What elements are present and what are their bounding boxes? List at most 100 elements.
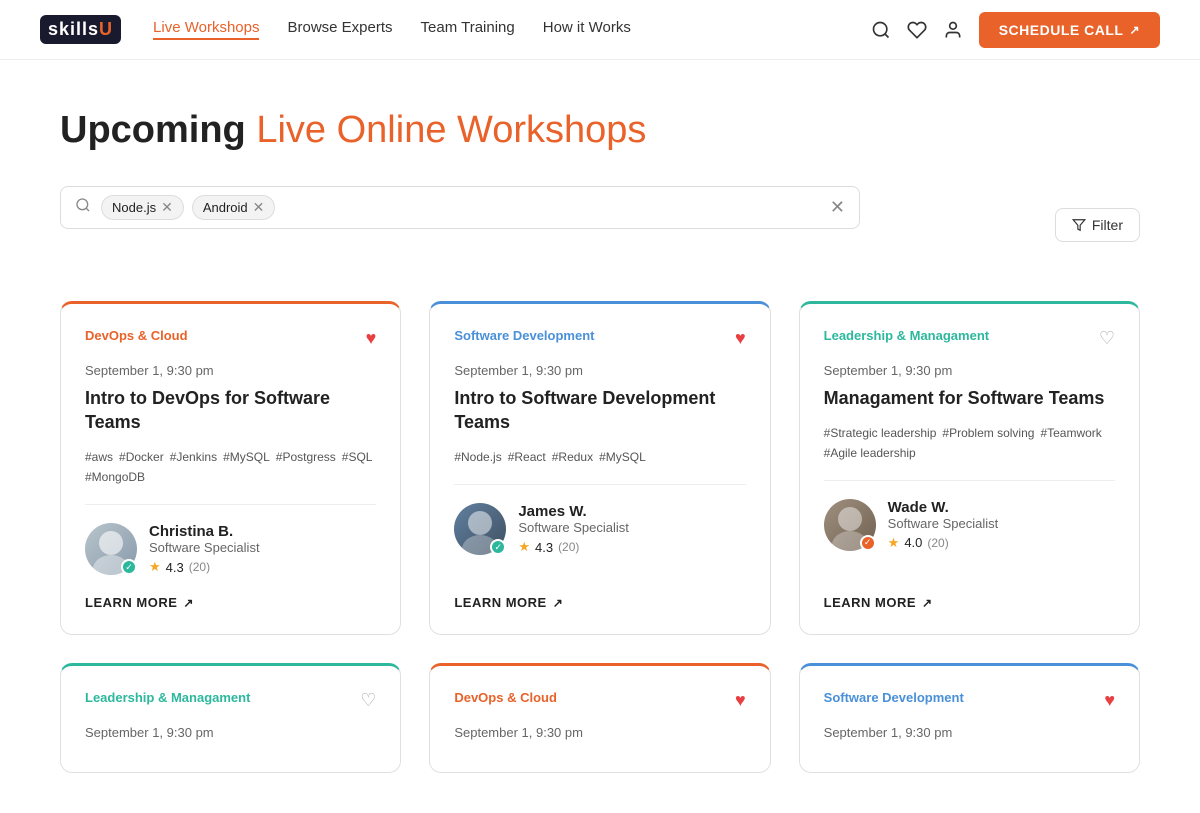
filter-button[interactable]: Filter <box>1055 208 1140 242</box>
favorite-button[interactable]: ♥ <box>1104 690 1115 711</box>
instructor-info: Christina B. Software Specialist ★ 4.3 (… <box>149 523 260 575</box>
rating-value: 4.3 <box>535 540 553 555</box>
card-category: DevOps & Cloud <box>85 328 188 343</box>
card-header: DevOps & Cloud ♥ <box>454 690 745 711</box>
favorite-button[interactable]: ♥ <box>366 328 377 349</box>
search-tags: Node.js ✕ Android ✕ <box>101 195 830 220</box>
card-date: September 1, 9:30 pm <box>85 725 376 740</box>
card-header: Software Development ♥ <box>824 690 1115 711</box>
nav-link-how[interactable]: How it Works <box>543 19 631 40</box>
workshop-card: DevOps & Cloud ♥ September 1, 9:30 pm In… <box>60 301 401 636</box>
learn-more-link[interactable]: LEARN MORE ↗ <box>454 595 745 610</box>
workshop-card: Leadership & Managament ♡ September 1, 9… <box>799 301 1140 636</box>
divider <box>454 484 745 485</box>
favorite-button[interactable]: ♥ <box>735 328 746 349</box>
card-tag: #MySQL <box>223 450 270 464</box>
card-title: Intro to Software Development Teams <box>454 386 745 435</box>
favorites-button[interactable] <box>907 20 927 40</box>
card-date: September 1, 9:30 pm <box>454 363 745 378</box>
learn-more-label: LEARN MORE <box>454 595 546 610</box>
card-tag: #Redux <box>552 450 593 464</box>
card-header: Software Development ♥ <box>454 328 745 349</box>
card-category: DevOps & Cloud <box>454 690 557 705</box>
card-header: DevOps & Cloud ♥ <box>85 328 376 349</box>
profile-button[interactable] <box>943 20 963 40</box>
instructor-name: James W. <box>518 503 629 520</box>
tag-nodejs: Node.js ✕ <box>101 195 184 220</box>
external-link-icon: ↗ <box>922 596 933 610</box>
card-category: Software Development <box>454 328 594 343</box>
remove-nodejs-tag[interactable]: ✕ <box>161 199 173 216</box>
rating: ★ 4.0 (20) <box>888 535 999 551</box>
card-date: September 1, 9:30 pm <box>824 725 1115 740</box>
remove-android-tag[interactable]: ✕ <box>253 199 265 216</box>
card-tag: #MongoDB <box>85 470 145 484</box>
favorite-button[interactable]: ♡ <box>1099 328 1115 349</box>
cards-grid-row2: Leadership & Managament ♡ September 1, 9… <box>60 663 1140 773</box>
rating: ★ 4.3 (20) <box>518 539 629 555</box>
title-part1: Upcoming <box>60 109 246 151</box>
instructor-name: Christina B. <box>149 523 260 540</box>
nav-icons <box>871 20 963 40</box>
rating-count: (20) <box>558 540 579 554</box>
instructor: ✓ Wade W. Software Specialist ★ 4.0 (20) <box>824 499 1115 551</box>
instructor-name: Wade W. <box>888 499 999 516</box>
schedule-call-button[interactable]: SCHEDULE CALL ↗ <box>979 12 1160 48</box>
favorite-button[interactable]: ♥ <box>735 690 746 711</box>
card-tag: #Agile leadership <box>824 446 916 460</box>
star-icon: ★ <box>149 559 161 575</box>
tag-label: Android <box>203 200 248 215</box>
card-tags: #Strategic leadership #Problem solving #… <box>824 426 1115 460</box>
instructor-info: Wade W. Software Specialist ★ 4.0 (20) <box>888 499 999 551</box>
verified-badge: ✓ <box>490 539 506 555</box>
learn-more-link[interactable]: LEARN MORE ↗ <box>824 595 1115 610</box>
nav-links: Live Workshops Browse Experts Team Train… <box>153 19 871 40</box>
logo-box: skillsU <box>40 15 121 44</box>
card-tag: #Postgress <box>276 450 336 464</box>
learn-more-link[interactable]: LEARN MORE ↗ <box>85 595 376 610</box>
star-icon: ★ <box>518 539 530 555</box>
search-icon <box>871 20 891 40</box>
logo-u: U <box>99 19 113 39</box>
avatar-wrap: ✓ <box>824 499 876 551</box>
card-category: Leadership & Managament <box>85 690 250 705</box>
rating-count: (20) <box>927 536 948 550</box>
external-link-icon: ↗ <box>1129 23 1140 37</box>
verified-badge: ✓ <box>860 535 876 551</box>
page-title: Upcoming Live Online Workshops <box>60 108 1140 154</box>
avatar-wrap: ✓ <box>85 523 137 575</box>
verified-badge: ✓ <box>121 559 137 575</box>
instructor: ✓ Christina B. Software Specialist ★ 4.3… <box>85 523 376 575</box>
card-tag: #Jenkins <box>170 450 217 464</box>
avatar-wrap: ✓ <box>454 503 506 555</box>
instructor: ✓ James W. Software Specialist ★ 4.3 (20… <box>454 503 745 555</box>
nav-link-browse[interactable]: Browse Experts <box>287 19 392 40</box>
clear-search-button[interactable]: ✕ <box>830 197 845 218</box>
workshop-card: Software Development ♥ September 1, 9:30… <box>429 301 770 636</box>
nav-link-workshops[interactable]: Live Workshops <box>153 19 259 40</box>
card-category: Leadership & Managament <box>824 328 989 343</box>
star-icon: ★ <box>888 535 900 551</box>
card-header: Leadership & Managament ♡ <box>824 328 1115 349</box>
card-header: Leadership & Managament ♡ <box>85 690 376 711</box>
nav-link-training[interactable]: Team Training <box>421 19 515 40</box>
card-date: September 1, 9:30 pm <box>85 363 376 378</box>
instructor-role: Software Specialist <box>518 520 629 535</box>
main-content: Upcoming Live Online Workshops Node.js ✕… <box>0 60 1200 813</box>
card-tag: #Node.js <box>454 450 501 464</box>
schedule-call-label: SCHEDULE CALL <box>999 22 1124 38</box>
card-tag: #Problem solving <box>942 426 1034 440</box>
card-date: September 1, 9:30 pm <box>824 363 1115 378</box>
rating-count: (20) <box>189 560 210 574</box>
workshop-card: DevOps & Cloud ♥ September 1, 9:30 pm <box>429 663 770 773</box>
tag-label: Node.js <box>112 200 156 215</box>
external-link-icon: ↗ <box>553 596 564 610</box>
card-tag: #Strategic leadership <box>824 426 937 440</box>
search-button[interactable] <box>871 20 891 40</box>
logo[interactable]: skillsU <box>40 15 121 44</box>
favorite-button[interactable]: ♡ <box>360 690 376 711</box>
external-link-icon: ↗ <box>183 596 194 610</box>
cards-grid: DevOps & Cloud ♥ September 1, 9:30 pm In… <box>60 301 1140 636</box>
rating-value: 4.0 <box>904 535 922 550</box>
card-tag: #aws <box>85 450 113 464</box>
